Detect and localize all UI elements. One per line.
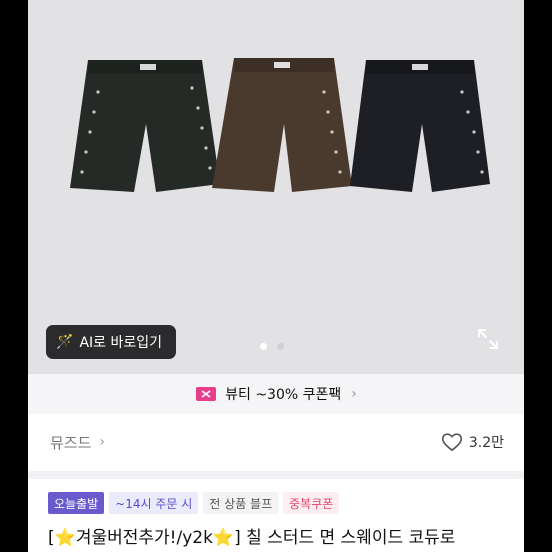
coupon-banner-text: 뷰티 ~30% 쿠폰팩 <box>225 387 342 403</box>
title-prefix: [ <box>48 528 55 548</box>
coupon-banner[interactable]: 뷰티 ~30% 쿠폰팩 › <box>28 374 524 414</box>
carousel-dot[interactable] <box>277 343 284 350</box>
chevron-right-icon: › <box>351 386 357 402</box>
magic-wand-icon: 🪄 <box>56 334 74 350</box>
app-frame: 🪄 AI로 바로입기 뷰티 ~30% 쿠폰팩 › 뮤즈드 › 3.2만 오늘출발… <box>28 0 524 552</box>
brand-name: 뮤즈드 <box>50 433 92 452</box>
tag-today-ship: 오늘출발 <box>48 492 105 514</box>
shorts-black <box>350 60 490 192</box>
expand-icon[interactable] <box>477 328 499 350</box>
section-divider <box>28 471 524 479</box>
carousel-indicator <box>260 343 284 350</box>
tag-list: 오늘출발 ~14시 주문 시 전 상품 블프 중복쿠폰 <box>48 492 340 514</box>
star-icon: ⭐ <box>54 528 76 548</box>
tag-duplicate-coupon: 중복쿠폰 <box>283 492 340 514</box>
tag-order-time: ~14시 주문 시 <box>109 492 199 514</box>
product-photo-shorts <box>70 58 490 192</box>
shorts-dark-green <box>70 60 220 192</box>
shorts-brown <box>212 58 352 192</box>
brand-link[interactable]: 뮤즈드 › <box>50 432 105 453</box>
star-icon: ⭐ <box>212 528 235 548</box>
brand-row: 뮤즈드 › 3.2만 <box>28 414 524 470</box>
ai-try-on-button[interactable]: 🪄 AI로 바로입기 <box>46 325 176 359</box>
coupon-icon <box>196 387 217 401</box>
heart-icon <box>441 433 462 452</box>
title-part1: 겨울버전추가!/y2k <box>75 528 213 548</box>
product-gallery[interactable]: 🪄 AI로 바로입기 <box>28 0 524 374</box>
chevron-right-icon: › <box>99 434 106 450</box>
tag-black-friday: 전 상품 블프 <box>203 492 279 514</box>
product-title: [⭐겨울버전추가!/y2k⭐] 칠 스터드 면 스웨이드 코듀로 <box>48 523 455 548</box>
ai-try-on-label: AI로 바로입기 <box>79 335 162 351</box>
like-count: 3.2만 <box>468 435 504 451</box>
carousel-dot-active[interactable] <box>260 343 267 350</box>
like-button[interactable]: 3.2만 <box>441 432 504 452</box>
title-part2: ] 칠 스터드 면 스웨이드 코듀로 <box>234 528 456 548</box>
